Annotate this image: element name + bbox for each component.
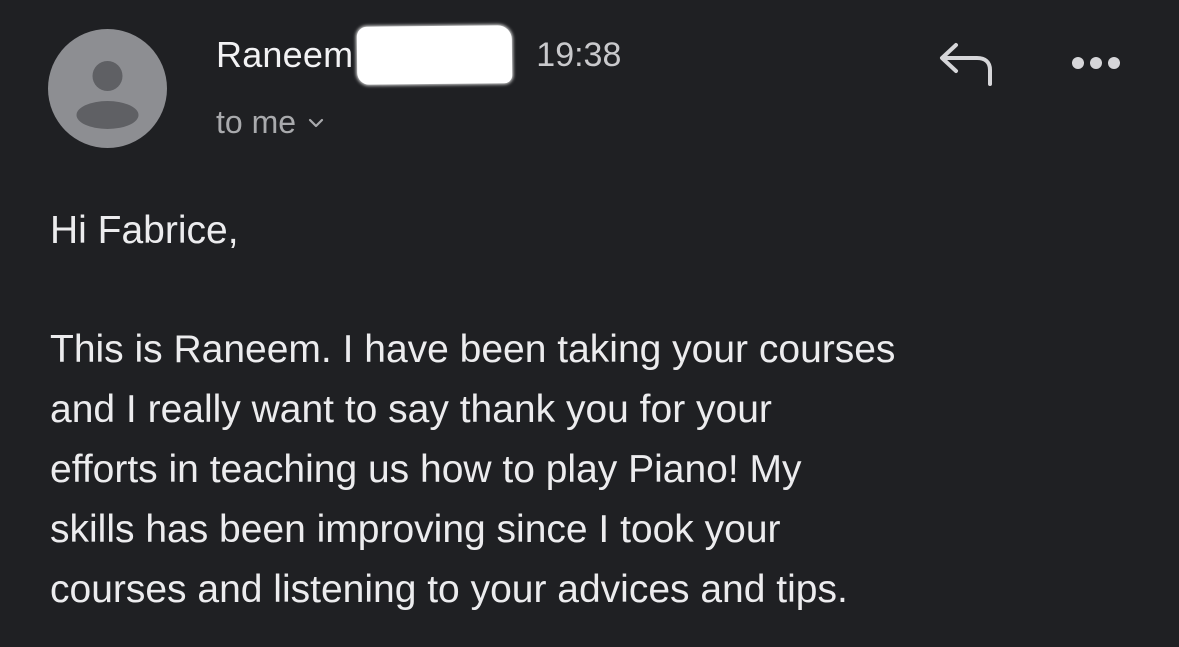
email-paragraph: This is Raneem. I have been taking your …	[50, 320, 1150, 620]
email-body: Hi Fabrice, This is Raneem. I have been …	[50, 202, 1150, 620]
body-line: efforts in teaching us how to play Piano…	[50, 448, 802, 491]
sender-line: Raneem 19:38	[216, 25, 622, 85]
redaction-mark	[356, 25, 513, 85]
reply-button[interactable]	[928, 40, 998, 96]
more-horizontal-icon	[1066, 53, 1126, 78]
more-options-button[interactable]	[1062, 45, 1130, 85]
email-time: 19:38	[536, 35, 622, 74]
sender-name[interactable]: Raneem	[216, 34, 353, 76]
email-header: Raneem 19:38 to me	[0, 0, 1179, 170]
body-line: skills has been improving since I took y…	[50, 508, 781, 551]
reply-arrow-icon	[932, 40, 994, 97]
recipient-label: to me	[216, 104, 297, 140]
recipient-toggle[interactable]: to me	[216, 104, 324, 141]
person-avatar-icon[interactable]	[48, 29, 167, 148]
body-line: and I really want to say thank you for y…	[50, 388, 772, 431]
chevron-down-icon	[308, 117, 324, 129]
body-line: courses and listening to your advices an…	[50, 568, 848, 611]
body-line: This is Raneem. I have been taking your …	[50, 328, 896, 371]
email-greeting: Hi Fabrice,	[50, 209, 239, 252]
